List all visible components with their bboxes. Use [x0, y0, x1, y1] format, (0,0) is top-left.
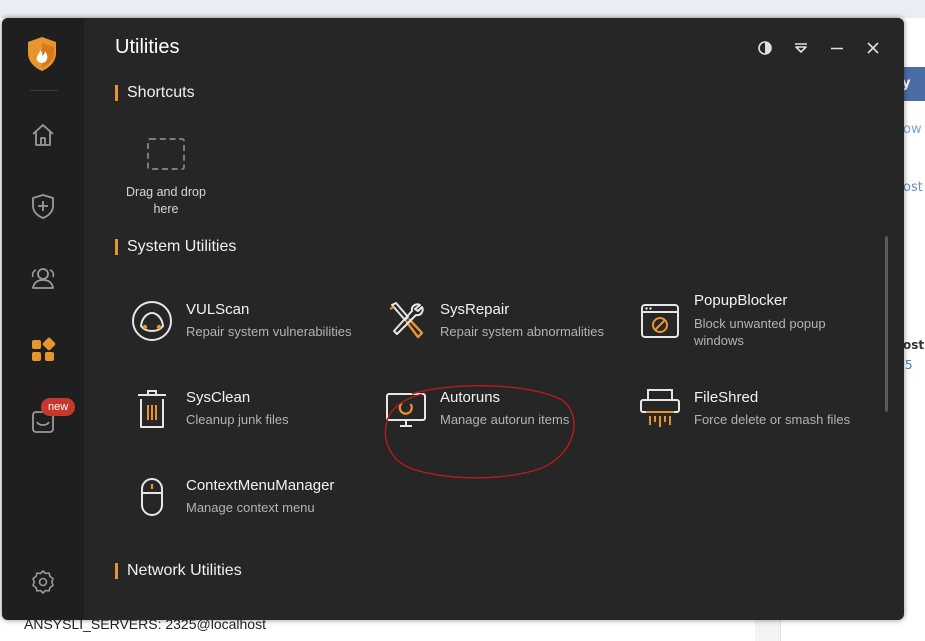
tool-popupblocker[interactable]: PopupBlocker Block unwanted popup window…	[638, 292, 868, 355]
tool-contextmenumanager[interactable]: ContextMenuManager Manage context menu	[130, 475, 360, 531]
tool-name: SysRepair	[440, 301, 510, 318]
tool-name: ContextMenuManager	[186, 477, 335, 494]
section-accent-bar	[115, 85, 118, 101]
section-title: Network Utilities	[127, 562, 242, 579]
dropzone-text: Drag and drop here	[114, 184, 218, 218]
dropzone-text-line1: Drag and drop	[126, 185, 206, 199]
tool-vulscan[interactable]: VULScan Repair system vulnerabilities	[130, 299, 360, 355]
tool-name: PopupBlocker	[694, 292, 788, 309]
scrollbar[interactable]	[885, 236, 888, 412]
section-accent-bar	[115, 563, 118, 579]
minimize-button[interactable]	[827, 38, 847, 58]
tool-autoruns[interactable]: Autoruns Manage autorun items	[384, 387, 614, 443]
tool-sysrepair[interactable]: SysRepair Repair system abnormalities	[384, 299, 614, 355]
dropzone-text-line2: here	[153, 202, 179, 216]
background-heading: ost	[903, 338, 925, 352]
theme-toggle-button[interactable]	[755, 38, 775, 58]
contrast-icon	[758, 41, 772, 55]
sidebar-item-utilities[interactable]	[29, 336, 57, 364]
tool-description: Repair system vulnerabilities	[186, 324, 352, 339]
apps-grid-icon	[32, 337, 56, 361]
tool-description: Manage autorun items	[440, 412, 570, 427]
close-icon	[867, 42, 879, 54]
scan-icon	[130, 299, 174, 343]
users-icon	[31, 268, 55, 289]
sidebar-item-protection[interactable]	[29, 192, 57, 220]
tool-description: Cleanup junk files	[186, 412, 289, 427]
tools-icon	[384, 299, 428, 343]
background-top-bar	[0, 0, 925, 18]
sidebar-divider	[30, 90, 58, 91]
section-title: Shortcuts	[127, 84, 195, 101]
popup-block-icon	[638, 299, 682, 343]
background-link[interactable]: ow	[903, 122, 922, 137]
tool-name: FileShred	[694, 389, 759, 406]
trash-icon	[130, 387, 174, 431]
sidebar: new	[2, 18, 84, 620]
home-icon	[32, 124, 54, 146]
menu-dropdown-button[interactable]	[791, 38, 811, 58]
background-link-number[interactable]: 5	[905, 358, 913, 372]
section-network-utilities: Network Utilities	[115, 561, 242, 581]
tool-description: Manage context menu	[186, 500, 315, 515]
window-title: Utilities	[115, 36, 180, 58]
tool-description: Block unwanted popup windows	[694, 316, 826, 348]
tool-name: VULScan	[186, 301, 250, 318]
background-text: ost	[903, 180, 923, 195]
minimize-icon	[831, 47, 843, 50]
sidebar-item-users[interactable]	[29, 264, 57, 292]
gear-icon	[32, 570, 54, 594]
tool-name: Autoruns	[440, 389, 501, 406]
tool-name: SysClean	[186, 389, 251, 406]
section-accent-bar	[115, 239, 118, 255]
new-badge: new	[41, 398, 76, 416]
section-title: System Utilities	[127, 238, 237, 255]
background-scroll-corner	[755, 620, 780, 641]
app-logo	[26, 36, 58, 72]
tool-description: Force delete or smash files	[694, 412, 851, 427]
chevron-down-icon	[795, 43, 807, 53]
shortcut-dropzone[interactable]: Drag and drop here	[114, 136, 218, 226]
shield-plus-icon	[32, 194, 54, 219]
shredder-icon	[638, 387, 682, 431]
section-system-utilities: System Utilities	[115, 237, 236, 257]
utilities-window: new Utilities Shortcuts Drag and drop he…	[2, 18, 904, 620]
tool-description: Repair system abnormalities	[440, 324, 605, 339]
sidebar-item-settings[interactable]	[29, 568, 57, 596]
tool-fileshred[interactable]: FileShred Force delete or smash files	[638, 387, 868, 443]
monitor-icon	[384, 387, 428, 431]
dropzone-box	[147, 138, 185, 170]
mouse-icon	[130, 475, 174, 519]
section-shortcuts: Shortcuts	[115, 83, 195, 103]
tool-sysclean[interactable]: SysClean Cleanup junk files	[130, 387, 360, 443]
close-button[interactable]	[863, 38, 883, 58]
sidebar-item-home[interactable]	[29, 121, 57, 149]
